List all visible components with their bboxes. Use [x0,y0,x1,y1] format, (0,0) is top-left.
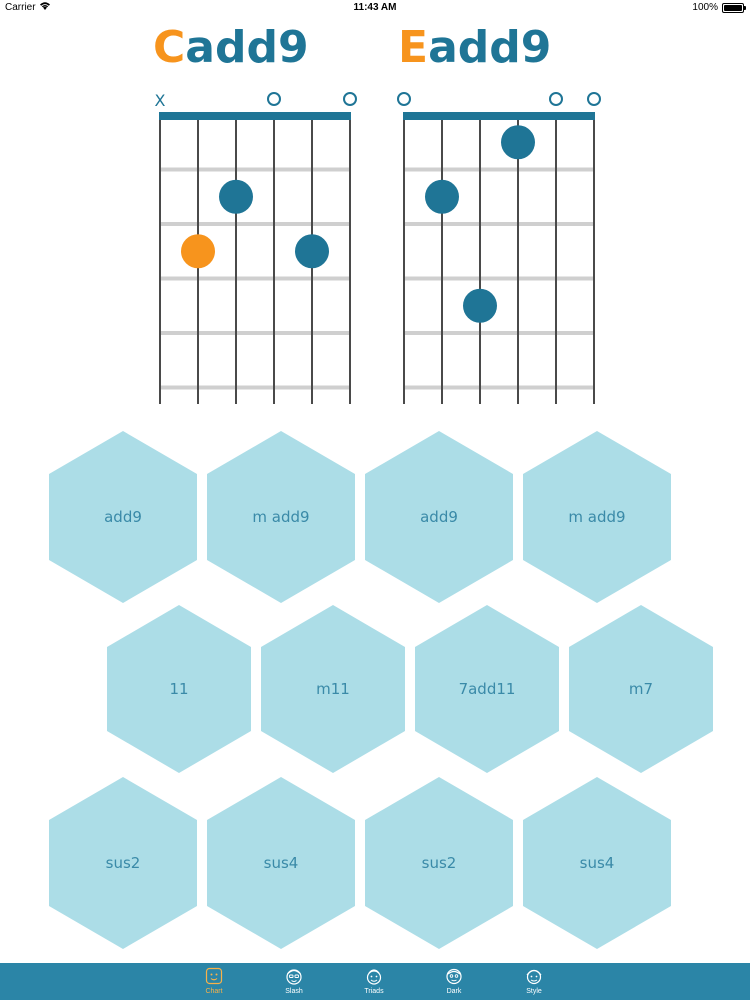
variation-label: m7 [628,680,654,698]
chord-root: C [153,22,186,73]
finger-dot [501,125,535,160]
tab-label: Chart [205,988,223,995]
variation-label: m add9 [252,508,310,526]
tab-style[interactable]: Style [504,963,564,1000]
variation-label: add9 [420,508,458,526]
tab-chart[interactable]: Chart [184,963,244,1000]
variation-label: 7add11 [458,680,516,698]
tab-label: Style [526,988,542,995]
variation-button[interactable]: sus4 [207,777,355,949]
open-string-marker [343,92,357,106]
chord-root: E [398,22,429,73]
variation-label: sus2 [421,854,457,872]
variation-button[interactable]: m add9 [207,431,355,603]
variation-label: sus4 [263,854,299,872]
tab-triads[interactable]: Triads [344,963,404,1000]
variation-button[interactable]: sus4 [523,777,671,949]
open-string-marker [587,92,601,106]
tab-slash[interactable]: Slash [264,963,324,1000]
status-bar: Carrier 11:43 AM 100% [0,0,750,16]
chord-title-2: Eadd9 [398,22,551,73]
chord-quality: add9 [428,22,552,73]
nut [403,112,595,120]
tab-label: Slash [285,988,303,995]
variation-label: add9 [104,508,142,526]
style-face-icon [526,969,542,985]
muted-string-marker: X [155,91,166,110]
triads-face-icon [366,969,382,985]
open-string-marker [397,92,411,106]
finger-dot [181,234,215,269]
variation-button[interactable]: add9 [49,431,197,603]
variation-button[interactable]: m7 [569,605,713,773]
variation-button[interactable]: 11 [107,605,251,773]
chord-title-1: Cadd9 [153,22,309,73]
variation-button[interactable]: 7add11 [415,605,559,773]
variation-label: sus2 [105,854,141,872]
finger-dot [295,234,329,269]
slash-face-icon [286,969,302,985]
nut [159,112,351,120]
finger-dot [463,288,497,323]
chord-diagram-eadd9 [397,92,601,404]
variation-label: m add9 [568,508,626,526]
open-string-marker [549,92,563,106]
finger-dot [219,179,253,214]
variation-label: 11 [169,680,189,698]
battery-icon [722,3,746,13]
tab-label: Triads [364,988,384,995]
variation-button[interactable]: add9 [365,431,513,603]
chord-diagram-cadd9: X [155,91,357,404]
variation-label: m11 [316,680,350,698]
open-string-marker [267,92,281,106]
variation-button[interactable]: sus2 [365,777,513,949]
finger-dot [425,179,459,214]
dark-face-icon [446,968,462,985]
variation-button[interactable]: sus2 [49,777,197,949]
clock: 11:43 AM [353,2,397,13]
variation-button[interactable]: m11 [261,605,405,773]
chord-quality: add9 [185,22,309,73]
variation-label: sus4 [579,854,615,872]
chart-face-icon [205,967,223,985]
tab-dark[interactable]: Dark [424,963,484,1000]
variation-button[interactable]: m add9 [523,431,671,603]
tab-bar: Chart Slash Triads Dark Style [0,963,750,1000]
battery-percent: 100% [692,2,718,13]
tab-label: Dark [446,988,462,995]
